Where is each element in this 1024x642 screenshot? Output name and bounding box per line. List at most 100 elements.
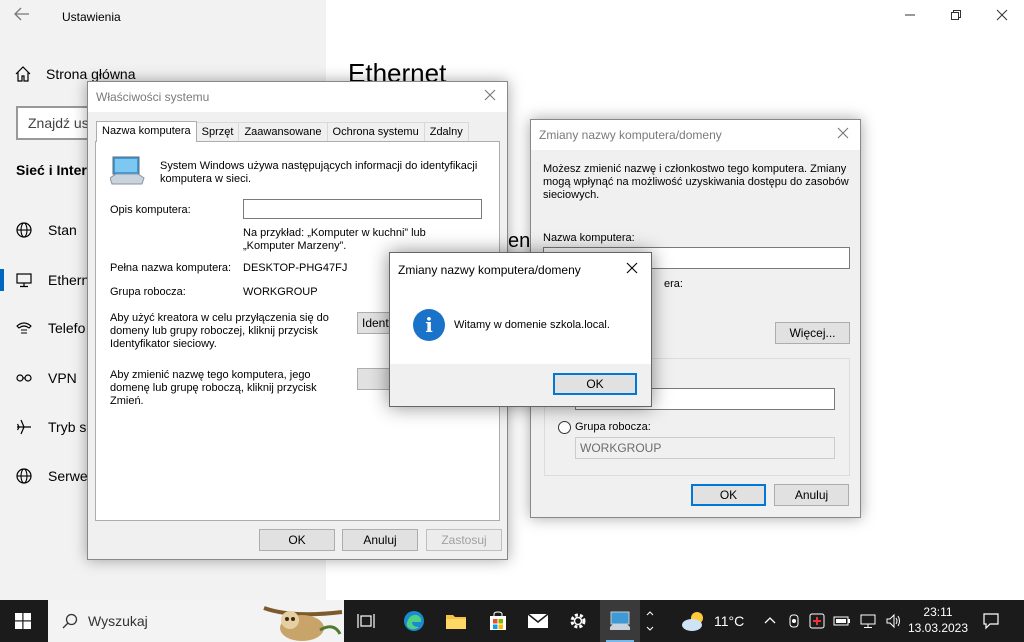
airplane-icon [0, 418, 48, 436]
apply-button[interactable]: Zastosuj [426, 529, 502, 551]
close-window-button[interactable] [987, 6, 1017, 28]
clock-date: 13.03.2023 [907, 621, 969, 635]
ok-button[interactable]: OK [553, 373, 637, 395]
description-input[interactable] [243, 199, 482, 219]
taskbar: Wyszukaj 11°C 23:11 13.03.2023 [0, 600, 1024, 642]
search-icon [62, 613, 78, 629]
close-icon[interactable] [623, 261, 641, 279]
taskbar-search[interactable]: Wyszukaj [48, 600, 344, 642]
dialog-titlebar: Właściwości systemu [88, 82, 507, 112]
partial-label: era: [664, 278, 683, 290]
gear-icon [570, 613, 586, 629]
edge-icon [404, 611, 424, 631]
full-name-label: Pełna nazwa komputera: [110, 262, 232, 274]
security-shield-icon[interactable] [809, 613, 825, 629]
workgroup-label: Grupa robocza: [575, 421, 651, 433]
intro-text: System Windows używa następujących infor… [160, 160, 478, 185]
tab-strip: Nazwa komputera Sprzęt Zaawansowane Ochr… [96, 121, 469, 142]
example-text: Na przykład: „Komputer w kuchni” lub „Ko… [243, 227, 426, 252]
tab-advanced[interactable]: Zaawansowane [238, 122, 328, 141]
ok-button[interactable]: OK [259, 529, 335, 551]
full-name-value: DESKTOP-PHG47FJ [243, 262, 348, 274]
workgroup-input[interactable]: WORKGROUP [575, 437, 835, 459]
mail-app-button[interactable] [518, 600, 558, 642]
folder-icon [446, 615, 466, 629]
computer-icon [109, 156, 146, 189]
workgroup-label: Grupa robocza: [110, 286, 186, 298]
description-label: Opis komputera: [110, 204, 191, 216]
store-app-button[interactable] [478, 600, 518, 642]
minimize-button[interactable] [895, 6, 925, 28]
home-icon [15, 66, 31, 82]
tab-computer-name[interactable]: Nazwa komputera [96, 121, 197, 142]
meet-now-icon[interactable] [787, 613, 801, 629]
ok-button[interactable]: OK [691, 484, 766, 506]
settings-app-button[interactable] [558, 600, 598, 642]
store-bag-icon [490, 611, 506, 630]
wizard-text: Aby użyć kreatora w celu przyłączenia si… [110, 312, 329, 350]
weather-widget[interactable]: 11°C [680, 600, 744, 642]
partial-heading: en [508, 230, 531, 252]
welcome-message-dialog: Zmiany nazwy komputera/domeny i Witamy w… [389, 252, 652, 407]
dialog-title: Zmiany nazwy komputera/domeny [539, 128, 722, 142]
notification-icon [983, 613, 999, 630]
globe-icon [0, 221, 48, 239]
dialup-icon [0, 319, 48, 337]
dialog-titlebar: Zmiany nazwy komputera/domeny [531, 120, 860, 150]
edge-app-button[interactable] [394, 600, 434, 642]
dialog-title: Zmiany nazwy komputera/domeny [398, 263, 581, 277]
weather-temp: 11°C [714, 613, 745, 629]
nav-label: Serwe [48, 468, 88, 484]
battery-icon[interactable] [833, 615, 851, 627]
task-view-button[interactable] [346, 600, 386, 642]
taskbar-scroll[interactable] [640, 600, 660, 642]
search-placeholder: Wyszukaj [88, 613, 148, 629]
close-icon[interactable] [834, 126, 852, 144]
system-properties-app-button[interactable] [600, 600, 640, 642]
computer-name-label: Nazwa komputera: [543, 232, 635, 244]
rename-text: Aby zmienić nazwę tego komputera, jego d… [110, 369, 317, 407]
show-hidden-icons-icon[interactable] [763, 614, 777, 628]
mail-icon [527, 613, 549, 628]
settings-title: Ustawienia [62, 10, 121, 24]
tab-remote[interactable]: Zdalny [423, 122, 469, 141]
vpn-icon [0, 369, 48, 387]
tab-system-protection[interactable]: Ochrona systemu [326, 122, 425, 141]
dialog-footer: OK [390, 364, 651, 406]
search-highlight-sloth-icon [263, 606, 343, 641]
cancel-button[interactable]: Anuluj [774, 484, 849, 506]
close-icon[interactable] [481, 88, 499, 106]
nav-label: Ethern [48, 272, 90, 288]
start-button[interactable] [0, 600, 46, 642]
task-view-icon [357, 614, 375, 628]
tab-hardware[interactable]: Sprzęt [195, 122, 240, 141]
clock[interactable]: 23:11 13.03.2023 [906, 604, 970, 636]
clock-time: 23:11 [923, 605, 953, 619]
intro-text: Możesz zmienić nazwę i członkostwo tego … [543, 163, 849, 201]
cancel-button[interactable]: Anuluj [342, 529, 418, 551]
section-heading: Sieć i Intern [16, 162, 96, 178]
back-arrow-icon[interactable] [14, 7, 36, 27]
weather-cloud-sun-icon [682, 612, 703, 631]
workgroup-value: WORKGROUP [243, 286, 318, 298]
file-explorer-button[interactable] [436, 600, 476, 642]
workgroup-radio[interactable] [558, 421, 571, 434]
welcome-message: Witamy w domenie szkola.local. [454, 319, 610, 331]
computer-icon [610, 611, 630, 630]
proxy-globe-icon [0, 467, 48, 485]
notifications-button[interactable] [982, 600, 1000, 642]
network-icon[interactable] [859, 613, 877, 629]
info-icon: i [413, 309, 445, 341]
volume-icon[interactable] [885, 613, 903, 629]
chevron-updown-icon [646, 611, 654, 631]
monitor-icon [0, 271, 48, 289]
restore-button[interactable] [941, 6, 971, 28]
nav-label: Telefo [48, 320, 86, 336]
home-label: Strona główna [46, 66, 136, 82]
settings-titlebar: Ustawienia [0, 0, 1024, 34]
tray-icons [763, 600, 903, 642]
more-button[interactable]: Więcej... [775, 322, 850, 344]
dialog-title: Właściwości systemu [96, 90, 210, 104]
nav-label: Stan [48, 222, 77, 238]
nav-label: VPN [48, 370, 77, 386]
